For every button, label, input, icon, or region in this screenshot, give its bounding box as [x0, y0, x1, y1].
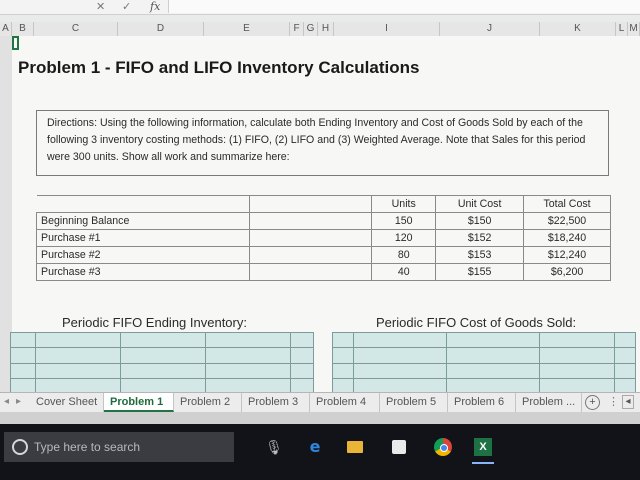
- header-cell-blank[interactable]: [249, 195, 373, 213]
- tab-problem-6[interactable]: Problem 6: [448, 393, 516, 412]
- row-label[interactable]: Purchase #1: [36, 229, 250, 247]
- taskbar: Type here to search 🎙 e X: [0, 424, 640, 480]
- table-header-row: Units Unit Cost Total Cost: [36, 195, 611, 213]
- units-cell[interactable]: 150: [371, 212, 437, 230]
- tabs-menu-icon[interactable]: ⋮: [608, 395, 619, 408]
- column-headers: A B C D E F G H I J K L M: [0, 22, 640, 37]
- row-label[interactable]: Purchase #2: [36, 246, 250, 264]
- cancel-entry-button[interactable]: ✕: [96, 0, 105, 13]
- column-header-m[interactable]: M: [628, 22, 640, 36]
- column-header-l[interactable]: L: [616, 22, 628, 36]
- column-header-f[interactable]: F: [290, 22, 304, 36]
- add-sheet-button[interactable]: +: [585, 395, 600, 410]
- window-bottom-edge: [0, 412, 640, 424]
- page-title: Problem 1 - FIFO and LIFO Inventory Calc…: [18, 58, 420, 77]
- column-header-b[interactable]: B: [12, 22, 34, 36]
- unit-cost-cell[interactable]: $150: [435, 212, 525, 230]
- total-cost-cell[interactable]: $6,200: [523, 263, 611, 281]
- directions-text-box: Directions: Using the following informat…: [36, 110, 609, 176]
- blank-cell[interactable]: [248, 229, 373, 247]
- table-row: Purchase #3 40 $155 $6,200: [36, 263, 611, 281]
- header-total-cost[interactable]: Total Cost: [523, 195, 611, 213]
- scroll-tabs-left-icon[interactable]: ◂: [4, 396, 9, 407]
- confirm-entry-button[interactable]: ✓: [122, 0, 131, 13]
- horizontal-scroll-left-icon[interactable]: ◂: [622, 395, 634, 409]
- tab-cover-sheet[interactable]: Cover Sheet: [30, 393, 104, 412]
- microphone-icon[interactable]: 🎙: [263, 436, 285, 458]
- fifo-cogs-label: Periodic FIFO Cost of Goods Sold:: [376, 315, 577, 330]
- active-cell-cursor[interactable]: [12, 36, 19, 50]
- unit-cost-cell[interactable]: $155: [435, 263, 525, 281]
- blank-cell[interactable]: [248, 212, 373, 230]
- total-cost-cell[interactable]: $22,500: [523, 212, 611, 230]
- fifo-ending-inventory-grid: [10, 331, 314, 395]
- tab-more-sheets[interactable]: Problem ...: [516, 393, 582, 412]
- unit-cost-cell[interactable]: $153: [435, 246, 525, 264]
- table-row: Purchase #2 80 $153 $12,240: [36, 246, 611, 264]
- excel-icon[interactable]: X: [472, 436, 494, 464]
- blank-cell[interactable]: [248, 246, 373, 264]
- total-cost-cell[interactable]: $18,240: [523, 229, 611, 247]
- scroll-tabs-right-icon[interactable]: ▸: [16, 396, 21, 407]
- units-cell[interactable]: 80: [371, 246, 437, 264]
- column-header-i[interactable]: I: [334, 22, 440, 36]
- column-header-a[interactable]: A: [0, 22, 12, 36]
- column-header-h[interactable]: H: [318, 22, 334, 36]
- chrome-icon[interactable]: [432, 436, 454, 458]
- inventory-table: Units Unit Cost Total Cost Beginning Bal…: [36, 195, 611, 281]
- search-placeholder: Type here to search: [34, 440, 141, 454]
- total-cost-cell[interactable]: $12,240: [523, 246, 611, 264]
- column-header-k[interactable]: K: [540, 22, 616, 36]
- unit-cost-cell[interactable]: $152: [435, 229, 525, 247]
- units-cell[interactable]: 120: [371, 229, 437, 247]
- edge-browser-icon[interactable]: e: [304, 436, 326, 458]
- row-label[interactable]: Beginning Balance: [36, 212, 250, 230]
- cortana-icon[interactable]: [12, 439, 28, 455]
- insert-function-button[interactable]: fx: [150, 0, 160, 13]
- fifo-ending-inventory-label: Periodic FIFO Ending Inventory:: [62, 315, 247, 330]
- taskbar-search-box[interactable]: Type here to search: [4, 432, 234, 462]
- tab-problem-2[interactable]: Problem 2: [174, 393, 242, 412]
- file-explorer-icon[interactable]: [344, 436, 366, 458]
- formula-input[interactable]: [168, 0, 640, 13]
- column-header-d[interactable]: D: [118, 22, 204, 36]
- table-row: Purchase #1 120 $152 $18,240: [36, 229, 611, 247]
- column-header-e[interactable]: E: [204, 22, 290, 36]
- header-units[interactable]: Units: [371, 195, 437, 213]
- table-row: Beginning Balance 150 $150 $22,500: [36, 212, 611, 230]
- tab-problem-4[interactable]: Problem 4: [310, 393, 380, 412]
- blank-cell[interactable]: [248, 263, 373, 281]
- fifo-cogs-grid: [332, 331, 636, 395]
- tab-problem-5[interactable]: Problem 5: [380, 393, 448, 412]
- sheet-tabs-bar: ◂ ▸ Cover Sheet Problem 1 Problem 2 Prob…: [0, 392, 640, 413]
- units-cell[interactable]: 40: [371, 263, 437, 281]
- tab-problem-1[interactable]: Problem 1: [104, 393, 174, 412]
- column-header-c[interactable]: C: [34, 22, 118, 36]
- header-cell-label[interactable]: [36, 195, 250, 213]
- row-label[interactable]: Purchase #3: [36, 263, 250, 281]
- column-header-g[interactable]: G: [304, 22, 318, 36]
- store-icon[interactable]: [388, 436, 410, 458]
- formula-bar: ✕ ✓ fx: [0, 0, 640, 15]
- column-header-j[interactable]: J: [440, 22, 540, 36]
- header-unit-cost[interactable]: Unit Cost: [435, 195, 525, 213]
- tab-problem-3[interactable]: Problem 3: [242, 393, 310, 412]
